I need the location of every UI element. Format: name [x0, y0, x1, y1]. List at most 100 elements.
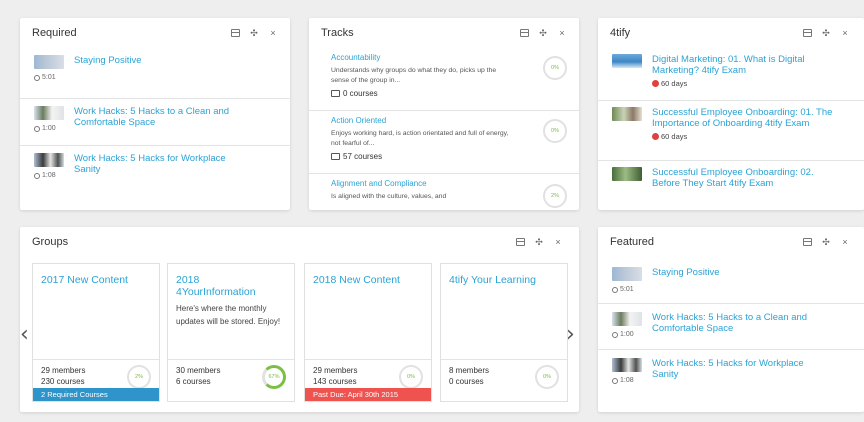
track-item[interactable]: Action Oriented Enjoys working hard, is …	[309, 111, 579, 174]
group-footer: 8 members 0 courses 0%	[441, 359, 567, 389]
minimize-icon[interactable]	[516, 238, 525, 246]
close-icon[interactable]: ×	[557, 28, 567, 38]
minimize-icon[interactable]	[803, 238, 812, 246]
minimize-icon[interactable]	[520, 29, 529, 37]
course-count: 6 courses	[176, 377, 211, 386]
clock-icon	[34, 125, 40, 132]
fourtify-controls: ✣ ×	[803, 28, 850, 38]
duration: 5:01	[42, 74, 56, 81]
close-icon[interactable]: ×	[840, 28, 850, 38]
duration: 1:08	[42, 172, 56, 179]
group-title[interactable]: 2018 New Content	[305, 264, 431, 286]
tracks-title: Tracks	[321, 27, 354, 39]
group-card[interactable]: 2017 New Content 29 members 230 courses 2…	[32, 263, 160, 402]
exam-thumbnail[interactable]	[612, 167, 642, 181]
course-count: 0 courses	[343, 89, 378, 98]
required-header: Required ✣ ×	[20, 18, 290, 48]
group-description: Here's where the monthly updates will be…	[176, 304, 281, 326]
featured-list: 5:01 Staying Positive 1:00 Work Hacks: 5…	[598, 257, 864, 396]
video-thumbnail[interactable]	[34, 106, 64, 120]
member-count: 29 members	[313, 366, 358, 375]
track-title-link[interactable]: Accountability	[331, 52, 511, 63]
tracks-list: Accountability Understands why groups do…	[309, 48, 579, 210]
groups-title: Groups	[32, 236, 69, 248]
fourtify-header: 4tify ✣ ×	[598, 18, 864, 48]
list-item[interactable]: Digital Marketing: 01. What is Digital M…	[598, 48, 864, 101]
group-card[interactable]: 2018 4YourInformation Here's where the m…	[167, 263, 295, 402]
track-title-link[interactable]: Action Oriented	[331, 115, 511, 126]
past-due-banner[interactable]: Past Due: April 30th 2015	[305, 388, 431, 401]
track-item[interactable]: Accountability Understands why groups do…	[309, 48, 579, 111]
list-item[interactable]: 1:00 Work Hacks: 5 Hacks to a Clean and …	[20, 99, 290, 146]
list-item[interactable]: 1:00 Work Hacks: 5 Hacks to a Clean and …	[598, 304, 864, 350]
clock-icon	[612, 286, 618, 293]
close-icon[interactable]: ×	[268, 28, 278, 38]
group-card[interactable]: 2018 New Content 29 members 143 courses 0…	[304, 263, 432, 402]
item-title-link[interactable]: Work Hacks: 5 Hacks for Workplace Sanity	[74, 153, 244, 186]
list-item[interactable]: Successful Employee Onboarding: 02. Befo…	[598, 161, 864, 201]
track-item[interactable]: Alignment and Compliance Is aligned with…	[309, 174, 579, 210]
video-thumbnail[interactable]	[34, 153, 64, 167]
list-item[interactable]: 1:08 Work Hacks: 5 Hacks for Workplace S…	[598, 350, 864, 396]
clock-icon	[612, 331, 618, 338]
course-count: 143 courses	[313, 377, 357, 386]
tracks-controls: ✣ ×	[520, 28, 567, 38]
group-title[interactable]: 2017 New Content	[33, 264, 159, 286]
progress-ring: 0%	[543, 56, 567, 80]
carousel-prev-arrow[interactable]: ‹	[20, 322, 29, 347]
required-card: Required ✣ × 5:01 Staying Positive 1:00 …	[20, 18, 290, 210]
progress-ring: 2%	[127, 365, 151, 389]
duration: 1:00	[42, 125, 56, 132]
group-description	[33, 286, 159, 290]
group-footer: 29 members 230 courses 2%	[33, 359, 159, 389]
video-thumbnail[interactable]	[612, 312, 642, 326]
item-title-link[interactable]: Successful Employee Onboarding: 02. Befo…	[652, 167, 842, 189]
track-title-link[interactable]: Alignment and Compliance	[331, 178, 511, 189]
fourtify-list: Digital Marketing: 01. What is Digital M…	[598, 48, 864, 201]
group-card[interactable]: 4tify Your Learning 8 members 0 courses 0…	[440, 263, 568, 402]
list-item[interactable]: Successful Employee Onboarding: 01. The …	[598, 101, 864, 161]
list-item[interactable]: 5:01 Staying Positive	[598, 257, 864, 304]
required-courses-banner[interactable]: 2 Required Courses	[33, 388, 159, 401]
progress-ring: 2%	[543, 184, 567, 208]
due-clock-icon	[652, 80, 659, 87]
tracks-card: Tracks ✣ × Accountability Understands wh…	[309, 18, 579, 210]
due-days: 60 days	[661, 79, 688, 88]
close-icon[interactable]: ×	[840, 237, 850, 247]
course-count: 57 courses	[343, 152, 383, 161]
video-thumbnail[interactable]	[34, 55, 64, 69]
item-title-link[interactable]: Staying Positive	[652, 267, 720, 298]
item-title-link[interactable]: Staying Positive	[74, 55, 142, 93]
item-title-link[interactable]: Work Hacks: 5 Hacks for Workplace Sanity	[652, 358, 827, 391]
item-title-link[interactable]: Digital Marketing: 01. What is Digital M…	[652, 54, 842, 76]
track-description: Is aligned with the culture, values, and	[331, 193, 447, 200]
progress-ring: 0%	[399, 365, 423, 389]
video-thumbnail[interactable]	[612, 267, 642, 281]
move-icon[interactable]: ✣	[821, 28, 831, 38]
move-icon[interactable]: ✣	[821, 237, 831, 247]
move-icon[interactable]: ✣	[249, 28, 259, 38]
item-title-link[interactable]: Work Hacks: 5 Hacks to a Clean and Comfo…	[74, 106, 254, 140]
close-icon[interactable]: ×	[553, 237, 563, 247]
item-title-link[interactable]: Work Hacks: 5 Hacks to a Clean and Comfo…	[652, 312, 832, 344]
minimize-icon[interactable]	[231, 29, 240, 37]
move-icon[interactable]: ✣	[534, 237, 544, 247]
exam-thumbnail[interactable]	[612, 107, 642, 121]
required-controls: ✣ ×	[231, 28, 278, 38]
list-item[interactable]: 1:08 Work Hacks: 5 Hacks for Workplace S…	[20, 146, 290, 191]
video-thumbnail[interactable]	[612, 358, 642, 372]
group-footer: 29 members 143 courses 0%	[305, 359, 431, 389]
group-footer: 30 members 6 courses 67%	[168, 359, 294, 389]
exam-thumbnail[interactable]	[612, 54, 642, 68]
group-title[interactable]: 2018 4YourInformation	[168, 264, 268, 298]
featured-title: Featured	[610, 236, 655, 248]
list-item[interactable]: 5:01 Staying Positive	[20, 48, 290, 99]
featured-header: Featured ✣ ×	[598, 227, 864, 257]
minimize-icon[interactable]	[803, 29, 812, 37]
move-icon[interactable]: ✣	[538, 28, 548, 38]
item-title-link[interactable]: Successful Employee Onboarding: 01. The …	[652, 107, 842, 129]
groups-card: Groups ✣ × ‹ › 2017 New Content 29 membe…	[20, 227, 579, 412]
duration: 5:01	[620, 286, 634, 293]
group-title[interactable]: 4tify Your Learning	[441, 264, 567, 286]
required-list: 5:01 Staying Positive 1:00 Work Hacks: 5…	[20, 48, 290, 191]
